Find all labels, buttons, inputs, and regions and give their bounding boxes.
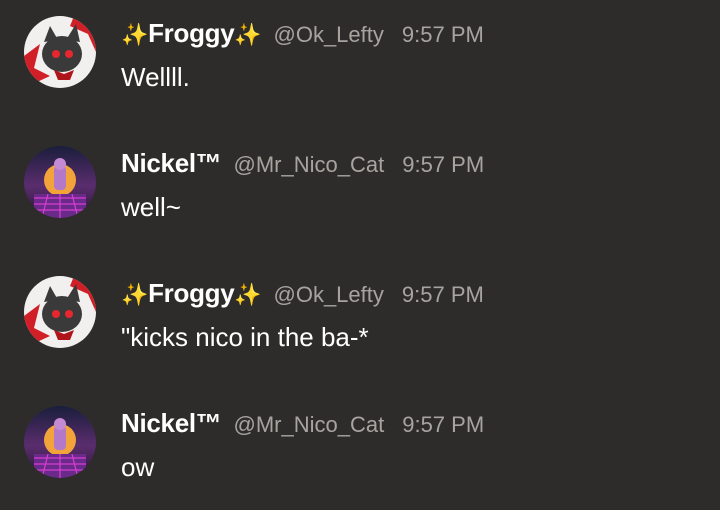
username-text: Froggy — [148, 18, 235, 48]
message-item: Nickel™ @Mr_Nico_Cat 9:57 PM well~ — [0, 130, 720, 250]
message-text: "kicks nico in the ba-* — [121, 322, 369, 352]
username[interactable]: Nickel™ — [121, 408, 222, 439]
timestamp: 9:57 PM — [401, 22, 484, 47]
username[interactable]: ✨Froggy✨ — [121, 18, 262, 49]
username-text: Nickel™ — [121, 148, 222, 178]
username[interactable]: ✨Froggy✨ — [121, 278, 262, 309]
message-text: Wellll. — [121, 62, 190, 92]
message-text: well~ — [121, 192, 181, 222]
timestamp: 9:57 PM — [401, 282, 484, 307]
message-text: ow — [121, 452, 155, 482]
timestamp: 9:57 PM — [402, 152, 485, 177]
username-text: Nickel™ — [121, 408, 222, 438]
message-item: Nickel™ @Mr_Nico_Cat 9:57 PM ow — [0, 390, 720, 510]
nickel-avatar-icon — [24, 406, 96, 478]
avatar[interactable] — [24, 16, 96, 88]
message-header: Nickel™ @Mr_Nico_Cat 9:57 PM — [121, 148, 484, 184]
message-header: ✨Froggy✨ @Ok_Lefty 9:57 PM — [121, 18, 484, 54]
avatar[interactable] — [24, 406, 96, 478]
message-item: ✨Froggy✨ @Ok_Lefty 9:57 PM Wellll. — [0, 0, 720, 120]
message-item: ✨Froggy✨ @Ok_Lefty 9:57 PM "kicks nico i… — [0, 260, 720, 380]
sparkles-icon: ✨ — [234, 22, 262, 47]
froggy-avatar-icon — [24, 276, 96, 348]
timestamp: 9:57 PM — [402, 412, 485, 437]
message-header: Nickel™ @Mr_Nico_Cat 9:57 PM — [121, 408, 484, 444]
user-handle[interactable]: @Mr_Nico_Cat — [234, 412, 385, 438]
message-header: ✨Froggy✨ @Ok_Lefty 9:57 PM — [121, 278, 484, 314]
nickel-avatar-icon — [24, 146, 96, 218]
sparkles-icon: ✨ — [121, 22, 149, 47]
froggy-avatar-icon — [24, 16, 96, 88]
sparkles-icon: ✨ — [121, 282, 149, 307]
username[interactable]: Nickel™ — [121, 148, 222, 179]
avatar[interactable] — [24, 146, 96, 218]
user-handle[interactable]: @Ok_Lefty — [274, 22, 384, 48]
avatar[interactable] — [24, 276, 96, 348]
user-handle[interactable]: @Ok_Lefty — [274, 282, 384, 308]
sparkles-icon: ✨ — [234, 282, 262, 307]
user-handle[interactable]: @Mr_Nico_Cat — [234, 152, 385, 178]
username-text: Froggy — [148, 278, 235, 308]
